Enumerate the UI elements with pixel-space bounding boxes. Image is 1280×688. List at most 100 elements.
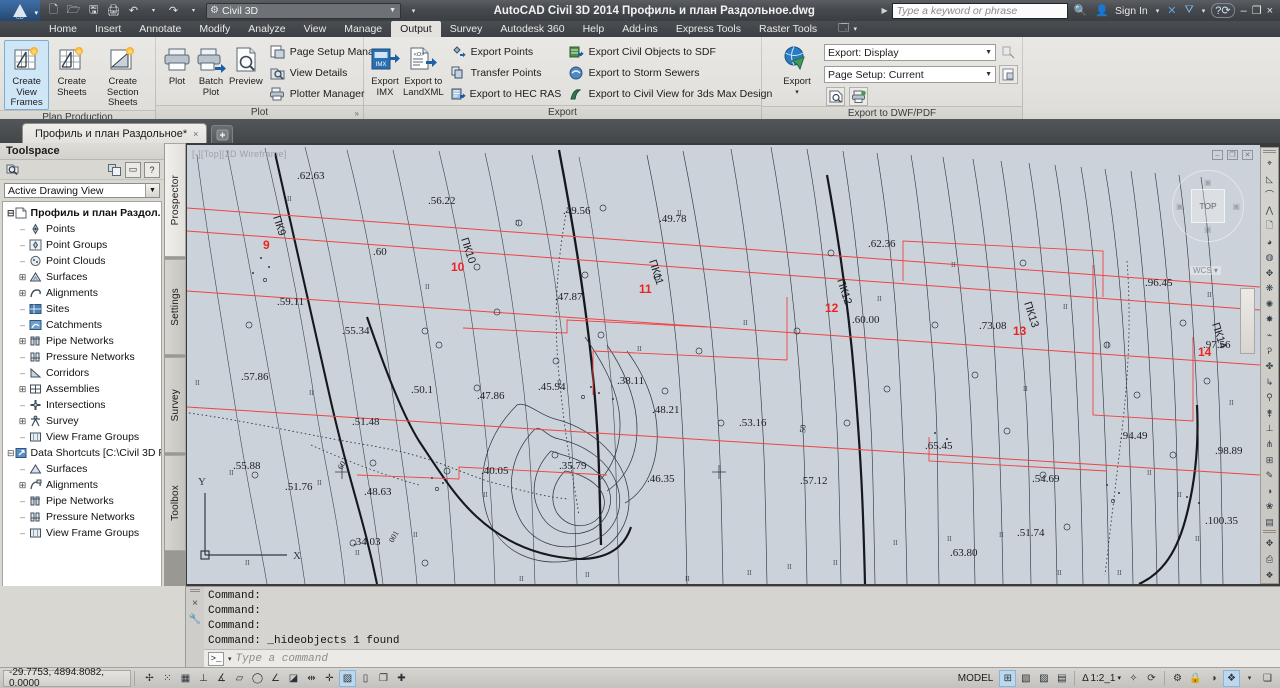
vtab-survey[interactable]: Survey: [165, 357, 186, 453]
redo-dropdown-icon[interactable]: ▾: [186, 3, 201, 18]
workspace-switching-icon[interactable]: ⚙: [1169, 670, 1186, 687]
tree-item-ds-pipe-networks[interactable]: – Pipe Networks: [3, 493, 161, 509]
export-points-button[interactable]: Export Points: [448, 42, 563, 62]
search-input[interactable]: Type a keyword or phrase: [892, 3, 1068, 19]
annotate-tool-icon[interactable]: ⋔: [1262, 437, 1278, 453]
autodesk-360-icon[interactable]: ⛛: [1182, 4, 1195, 17]
material-tool-icon[interactable]: ❀: [1262, 499, 1278, 515]
help-icon[interactable]: ?⟳: [1211, 3, 1234, 18]
preview-button[interactable]: Preview: [228, 40, 264, 89]
undo-icon[interactable]: ↶: [126, 3, 141, 18]
tab-view[interactable]: View: [295, 21, 336, 37]
sign-in-dropdown-icon[interactable]: ▾: [1154, 7, 1162, 15]
alignment-tool-icon[interactable]: ⌒: [1262, 187, 1278, 203]
vtab-toolbox[interactable]: Toolbox: [165, 455, 186, 551]
toolbar-grip[interactable]: [1263, 150, 1276, 154]
search-expand-icon[interactable]: ▶: [881, 6, 887, 15]
expand-icon[interactable]: ⊞: [17, 336, 28, 347]
transparency-icon[interactable]: ▨: [339, 670, 356, 687]
settings-tool-icon[interactable]: ❖: [1262, 567, 1278, 583]
tab-express-tools[interactable]: Express Tools: [667, 21, 750, 37]
hardware-acceleration-icon[interactable]: ◑: [1205, 670, 1222, 687]
import-tool-icon[interactable]: ⎙: [1262, 552, 1278, 568]
redo-icon[interactable]: ↷: [166, 3, 181, 18]
tree-item-data-shortcuts[interactable]: ⊟ Data Shortcuts [C:\Civil 3D Pr...: [3, 445, 161, 461]
viewport-restore-button[interactable]: ❐: [1227, 150, 1238, 160]
annotation-scale-selector[interactable]: ∆ 1:2_1 ▾: [1079, 673, 1124, 684]
clean-screen-icon[interactable]: ❑: [1259, 670, 1276, 687]
tab-home[interactable]: Home: [40, 21, 86, 37]
ribbon-overflow-chevron-icon[interactable]: ▾: [854, 25, 858, 33]
section-tool-icon[interactable]: ⌁: [1262, 328, 1278, 344]
search-icon[interactable]: [4, 162, 20, 178]
view-cube-down-arrow-icon[interactable]: ▣: [1204, 225, 1212, 234]
collapse-icon[interactable]: ⊟: [7, 448, 15, 459]
export-to-landxml-button[interactable]: <O> Export to LandXML: [402, 40, 445, 99]
viewport-close-button[interactable]: ✕: [1242, 150, 1253, 160]
report-tool-icon[interactable]: ▤: [1262, 515, 1278, 531]
status-menu-icon[interactable]: ▾: [1241, 670, 1258, 687]
quick-view-icon[interactable]: ▤: [1053, 670, 1070, 687]
parcel-tool-icon[interactable]: ◍: [1262, 250, 1278, 266]
save-icon[interactable]: 🖫: [86, 3, 101, 18]
quick-properties-icon[interactable]: ▯: [357, 670, 374, 687]
3d-object-snap-icon[interactable]: ◯: [249, 670, 266, 687]
tree-item-point-clouds[interactable]: – Point Clouds: [3, 253, 161, 269]
undo-dropdown-icon[interactable]: ▾: [146, 3, 161, 18]
chevron-down-icon[interactable]: ▾: [228, 655, 232, 663]
export-to-storm-sewers-button[interactable]: Export to Storm Sewers: [566, 63, 776, 83]
tab-analyze[interactable]: Analyze: [239, 21, 294, 37]
model-space-label[interactable]: MODEL: [953, 673, 999, 684]
tree-item-ds-surfaces[interactable]: – Surfaces: [3, 461, 161, 477]
create-sheets-button[interactable]: Create Sheets: [49, 40, 94, 99]
tab-survey[interactable]: Survey: [441, 21, 492, 37]
tree-item-point-groups[interactable]: – Point Groups: [3, 237, 161, 253]
tab-insert[interactable]: Insert: [86, 21, 130, 37]
toolbar-lock-icon[interactable]: 🔒: [1187, 670, 1204, 687]
dynamic-input-icon[interactable]: ⇹: [303, 670, 320, 687]
layout2-icon[interactable]: ▨: [1035, 670, 1052, 687]
qat-overflow-icon[interactable]: ▾: [406, 3, 421, 18]
tree-item-surfaces[interactable]: ⊞ Surfaces: [3, 269, 161, 285]
expand-icon[interactable]: ⊞: [17, 480, 28, 491]
point-tool-icon[interactable]: ⌖: [1262, 156, 1278, 172]
tree-item-survey[interactable]: ⊞ Survey: [3, 413, 161, 429]
auto-scale-icon[interactable]: ⟳: [1143, 670, 1160, 687]
export-civil-objects-to-sdf-button[interactable]: Export Civil Objects to SDF: [566, 42, 776, 62]
vtab-settings[interactable]: Settings: [165, 259, 186, 355]
help-icon[interactable]: ?: [144, 162, 160, 178]
tab-help[interactable]: Help: [574, 21, 614, 37]
expand-icon[interactable]: ⊞: [17, 416, 28, 427]
view-cube-left-arrow-icon[interactable]: ▣: [1176, 202, 1184, 211]
panel-layout-icon[interactable]: [106, 162, 122, 178]
tab-manage[interactable]: Manage: [335, 21, 391, 37]
ribbon-panel-icon[interactable]: 🗔: [838, 20, 849, 38]
toolbar-grip-2[interactable]: [1263, 530, 1276, 534]
canvas-vertical-scrollbar[interactable]: [1240, 288, 1255, 354]
model-space-icon[interactable]: ⊞: [999, 670, 1016, 687]
show-hide-panel-icon[interactable]: ▭: [125, 162, 141, 178]
tab-raster-tools[interactable]: Raster Tools: [750, 21, 826, 37]
annotation-visibility-icon[interactable]: ✧: [1125, 670, 1142, 687]
network-tool-icon[interactable]: ✤: [1262, 359, 1278, 375]
pipe-tool-icon[interactable]: Ꭾ: [1262, 343, 1278, 359]
catchment-tool-icon[interactable]: ⚲: [1262, 390, 1278, 406]
open-file-icon[interactable]: 🗁: [66, 3, 81, 18]
sign-in-button[interactable]: Sign In: [1115, 5, 1150, 17]
tree-item-intersections[interactable]: – Intersections: [3, 397, 161, 413]
tree-item-ds-pressure-networks[interactable]: – Pressure Networks: [3, 509, 161, 525]
export-options-button[interactable]: [999, 43, 1018, 62]
infocenter-icon[interactable]: 🔍: [1072, 4, 1090, 17]
selection-cycling-icon[interactable]: ❐: [375, 670, 392, 687]
expand-icon[interactable]: ⊞: [17, 288, 28, 299]
view-selector-combo[interactable]: Active Drawing View ▼: [4, 183, 160, 198]
tab-output[interactable]: Output: [391, 21, 441, 37]
coordinate-display[interactable]: -29.7753, 4894.8082, 0.0000: [3, 670, 131, 687]
label-tool-icon[interactable]: ⊥: [1262, 421, 1278, 437]
export-to-hec-ras-button[interactable]: Export to HEC RAS: [448, 84, 563, 104]
ortho-mode-icon[interactable]: ⊥: [195, 670, 212, 687]
application-menu-button[interactable]: CD ▾: [0, 0, 40, 21]
tree-item-ds-alignments[interactable]: ⊞ Alignments: [3, 477, 161, 493]
tab-modify[interactable]: Modify: [190, 21, 239, 37]
snap-mode-icon[interactable]: ⁙: [159, 670, 176, 687]
